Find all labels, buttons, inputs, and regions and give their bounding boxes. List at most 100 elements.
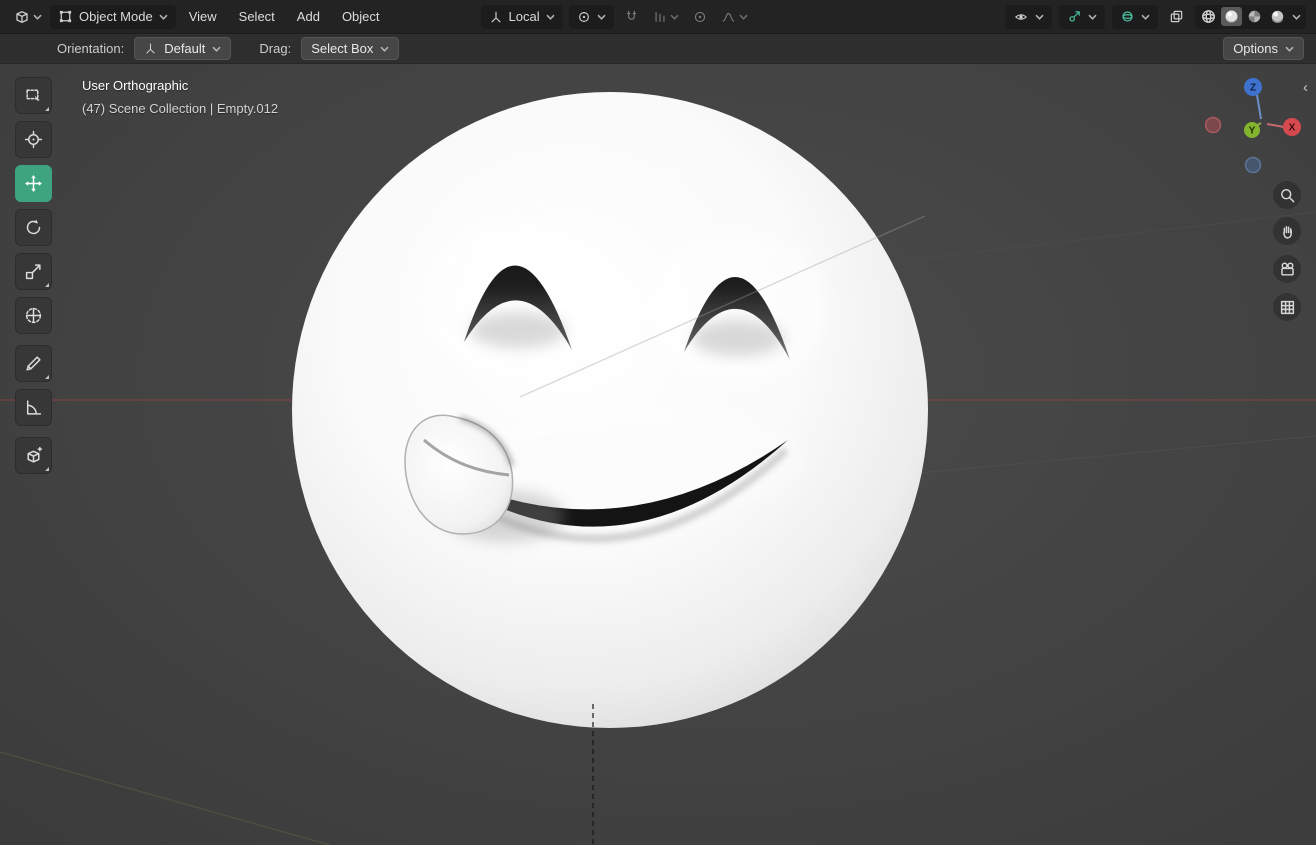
scene-render <box>0 92 1316 845</box>
editor-type-icon <box>16 10 28 23</box>
axis-neg-x-ball[interactable] <box>1205 116 1222 134</box>
viewport-3d[interactable]: User Orthographic (47) Scene Collection … <box>0 64 1316 845</box>
chevron-down-icon <box>1292 14 1301 20</box>
drag-mode-value: Select Box <box>311 41 374 56</box>
tool-add-cube[interactable] <box>15 437 52 474</box>
xray-toggle[interactable] <box>1165 5 1188 29</box>
tool-move[interactable] <box>15 165 52 202</box>
proportional-circle-icon <box>694 11 705 22</box>
chevron-down-icon <box>670 14 679 20</box>
transform-orientation-dropdown[interactable]: Local <box>480 4 563 29</box>
viewport-overlay-text: User Orthographic (47) Scene Collection … <box>82 74 278 120</box>
axis-z-label: Z <box>1250 83 1256 94</box>
orientation-default-value: Default <box>164 41 206 56</box>
gizmos-dropdown[interactable] <box>1059 4 1105 29</box>
tool-flyout-indicator <box>45 375 49 379</box>
chevron-down-icon <box>159 14 168 20</box>
chevron-down-icon <box>212 46 221 52</box>
chevron-down-icon <box>380 46 389 52</box>
options-label: Options <box>1233 41 1278 56</box>
tool-measure[interactable] <box>15 389 52 426</box>
shading-dropdown[interactable] <box>1290 13 1303 21</box>
orientation-axes-icon <box>146 43 155 54</box>
navigation-axis-gizmo[interactable]: Z X Y <box>1205 78 1305 174</box>
viewport-header: Object Mode View Select Add Object Local <box>0 0 1316 33</box>
chevron-down-icon <box>1285 46 1294 52</box>
tool-scale[interactable] <box>15 253 52 290</box>
move-icon <box>25 175 42 192</box>
tool-transform[interactable] <box>15 297 52 334</box>
menu-add[interactable]: Add <box>288 6 329 27</box>
grid-ortho-icon <box>1280 300 1294 314</box>
rotate-icon <box>26 219 41 235</box>
zoom-icon <box>1280 188 1294 202</box>
menu-view[interactable]: View <box>180 6 226 27</box>
snap-increment-icon <box>655 11 665 22</box>
proportional-editing-toggle[interactable] <box>689 5 711 29</box>
chevron-down-icon <box>1088 14 1097 20</box>
axis-x-label: X <box>1289 123 1296 134</box>
drag-mode-dropdown[interactable]: Select Box <box>301 37 400 60</box>
sidebar-toggle-arrow[interactable]: ‹ <box>1303 80 1308 95</box>
shading-wireframe-icon <box>1202 10 1215 23</box>
tool-rotate[interactable] <box>15 209 52 246</box>
select-box-icon <box>26 89 40 104</box>
shading-material-icon <box>1248 10 1261 23</box>
add-cube-icon <box>27 446 43 463</box>
header-right-group <box>1005 4 1306 29</box>
options-dropdown[interactable]: Options <box>1223 37 1304 60</box>
tool-flyout-indicator <box>45 467 49 471</box>
axis-y-label: Y <box>1249 126 1256 137</box>
object-visibility-dropdown[interactable] <box>1005 4 1052 29</box>
tool-select-box[interactable] <box>15 77 52 114</box>
menu-bar: View Select Add Object <box>180 6 389 27</box>
orientation-default-dropdown[interactable]: Default <box>134 37 232 60</box>
drag-label: Drag: <box>259 41 292 56</box>
shading-rendered-button[interactable] <box>1267 7 1288 26</box>
chevron-down-icon <box>1035 14 1044 20</box>
left-toolbar <box>15 77 53 481</box>
axis-neg-z-ball[interactable] <box>1244 156 1262 174</box>
menu-object[interactable]: Object <box>333 6 389 27</box>
mode-label: Object Mode <box>79 9 153 24</box>
transform-icon <box>25 307 42 324</box>
cursor-icon <box>24 130 43 149</box>
pan-button[interactable] <box>1273 217 1301 245</box>
chevron-down-icon <box>546 14 555 20</box>
menu-select[interactable]: Select <box>230 6 284 27</box>
snap-toggle[interactable] <box>620 5 643 29</box>
shading-solid-button[interactable] <box>1221 7 1242 26</box>
magnet-icon <box>626 10 636 20</box>
xray-icon <box>1170 10 1183 23</box>
editor-type-button[interactable] <box>10 5 46 29</box>
shading-solid-icon <box>1225 10 1238 23</box>
shading-wireframe-button[interactable] <box>1198 7 1219 26</box>
zoom-button[interactable] <box>1273 181 1301 209</box>
orientation-label: Orientation: <box>57 41 125 56</box>
toggle-ortho-button[interactable] <box>1273 293 1301 321</box>
chevron-down-icon <box>739 14 748 20</box>
shading-material-button[interactable] <box>1244 7 1265 26</box>
proportional-falloff-dropdown[interactable] <box>717 5 752 29</box>
object-mode-icon <box>59 10 72 23</box>
pivot-point-icon <box>578 11 589 22</box>
eye-icon <box>1015 13 1027 20</box>
tool-cursor[interactable] <box>15 121 52 158</box>
tool-settings-bar: Orientation: Default Drag: Select Box Op… <box>0 33 1316 64</box>
scene-breadcrumb: (47) Scene Collection | Empty.012 <box>82 101 279 116</box>
orientation-axes-icon <box>491 11 501 22</box>
overlays-dropdown[interactable] <box>1112 4 1158 29</box>
pivot-point-dropdown[interactable] <box>568 4 614 29</box>
snap-settings-dropdown[interactable] <box>649 5 683 29</box>
tool-annotate[interactable] <box>15 345 52 382</box>
camera-view-button[interactable] <box>1273 255 1301 283</box>
overlays-icon <box>1122 11 1133 22</box>
header-left-group: Object Mode View Select Add Object <box>10 4 389 29</box>
mode-dropdown[interactable]: Object Mode <box>50 4 176 29</box>
annotate-icon <box>26 356 41 371</box>
shading-mode-group <box>1195 4 1306 29</box>
falloff-curve-icon <box>722 12 734 22</box>
measure-icon <box>26 400 42 415</box>
smiley-face-model[interactable] <box>292 92 928 728</box>
chevron-down-icon <box>1141 14 1150 20</box>
